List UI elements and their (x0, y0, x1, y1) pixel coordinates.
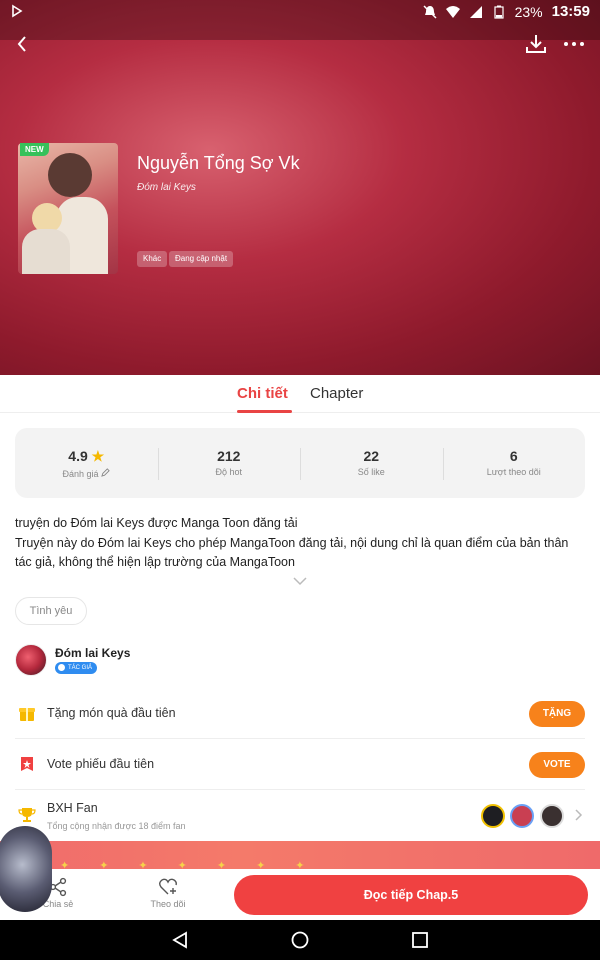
hero-toolbar (0, 32, 600, 56)
hot-label: Độ hot (215, 467, 243, 477)
chevron-left-icon (17, 36, 26, 52)
tag-category: Khác (137, 251, 168, 267)
author-avatar[interactable] (15, 644, 47, 676)
book-title: Nguyễn Tổng Sợ Vk (137, 153, 300, 173)
system-nav-bar (0, 920, 600, 960)
likes-value: 22 (363, 448, 380, 464)
description-line-2: Truyện này do Đóm lai Keys cho phép Mang… (15, 535, 569, 570)
followers-label: Lượt theo dõi (486, 467, 541, 477)
trophy-icon (18, 808, 36, 822)
tab-active-indicator (237, 410, 292, 413)
tag-status: Đang cập nhật (169, 251, 234, 267)
triangle-back-icon (172, 931, 187, 949)
heart-plus-icon (159, 878, 177, 895)
ticket-icon (21, 757, 33, 771)
fan-ranking-subtitle: Tổng cộng nhận được 18 điểm fan (47, 821, 186, 831)
author-badge: TÁC GIẢ (55, 662, 98, 674)
chevron-right-icon (575, 809, 583, 821)
promo-banner[interactable]: ✦✦✦✦✦✦✦ (0, 841, 600, 872)
chevron-down-icon (293, 577, 307, 586)
hero-header: NEW Nguyễn Tổng Sợ Vk Đóm lai Keys Khác … (0, 0, 600, 375)
battery-icon (493, 5, 504, 19)
more-dots-icon (564, 42, 584, 46)
vote-button[interactable]: VOTE (529, 752, 585, 778)
circle-home-icon (291, 931, 309, 949)
gift-button[interactable]: TẶNG (529, 701, 585, 727)
follow-button[interactable]: Theo dõi (148, 877, 188, 909)
edit-pencil-icon (101, 468, 110, 477)
back-button[interactable] (12, 32, 36, 56)
expand-description-button[interactable] (292, 574, 308, 586)
vote-text: Vote phiếu đầu tiên (47, 757, 155, 771)
mute-icon (423, 4, 437, 19)
gift-icon (19, 708, 35, 721)
notification-icon (10, 4, 24, 21)
description: truyện do Đóm lai Keys được Manga Toon đ… (15, 514, 585, 573)
continue-reading-button[interactable]: Đọc tiếp Chap.5 (234, 875, 588, 915)
new-badge: NEW (20, 143, 49, 156)
book-cover[interactable] (18, 143, 118, 274)
status-bar: 23% 13:59 (0, 0, 600, 24)
author-row[interactable]: Đóm lai Keys TÁC GIẢ (15, 644, 585, 678)
fan-ranking-row[interactable]: BXH Fan Tổng cộng nhận được 18 điểm fan (15, 792, 585, 838)
tab-bar: Chi tiết Chapter (0, 375, 600, 413)
fan-avatar[interactable] (510, 804, 534, 828)
clock: 13:59 (551, 3, 590, 20)
star-icon: ★ (91, 448, 105, 464)
fan-avatar[interactable] (481, 804, 505, 828)
floating-avatar[interactable] (0, 826, 54, 914)
nav-home-button[interactable] (290, 930, 310, 950)
vote-row: Vote phiếu đầu tiên VOTE (15, 740, 585, 790)
gift-row: Tặng món quà đầu tiên TẶNG (15, 689, 585, 739)
likes-label: Số like (357, 467, 385, 477)
book-author[interactable]: Đóm lai Keys (137, 182, 196, 193)
signal-icon (469, 5, 482, 18)
stat-followers: 6 Lượt theo dõi (442, 428, 586, 498)
rating-value: 4.9 (68, 448, 88, 464)
stat-likes: 22 Số like (300, 428, 443, 498)
battery-percent: 23% (514, 3, 543, 20)
rating-label: Đánh giá (62, 469, 99, 479)
tab-detail[interactable]: Chi tiết (237, 385, 288, 402)
hot-value: 212 (217, 448, 241, 464)
description-line-1: truyện do Đóm lai Keys được Manga Toon đ… (15, 516, 298, 530)
stats-panel: 4.9 ★ Đánh giá 212 Độ hot 22 Số like 6 L… (15, 428, 585, 498)
stat-rating[interactable]: 4.9 ★ Đánh giá (15, 428, 158, 498)
fan-avatar[interactable] (540, 804, 564, 828)
square-recents-icon (412, 932, 428, 948)
bottom-action-bar: Chia sẻ Theo dõi Đọc tiếp Chap.5 (0, 869, 600, 921)
fan-ranking-title: BXH Fan (47, 801, 98, 815)
genre-chip[interactable]: Tình yêu (15, 597, 87, 625)
download-button[interactable] (524, 32, 548, 56)
tab-chapter[interactable]: Chapter (310, 385, 363, 402)
followers-value: 6 (509, 448, 518, 464)
nav-back-button[interactable] (170, 930, 190, 950)
wifi-icon (445, 5, 460, 18)
download-icon (526, 35, 546, 53)
follow-label: Theo dõi (150, 899, 186, 909)
more-button[interactable] (562, 32, 586, 56)
nav-recents-button[interactable] (410, 930, 430, 950)
stat-hot: 212 Độ hot (157, 428, 301, 498)
author-name[interactable]: Đóm lai Keys (55, 646, 130, 660)
gift-text: Tặng món quà đầu tiên (47, 706, 176, 720)
